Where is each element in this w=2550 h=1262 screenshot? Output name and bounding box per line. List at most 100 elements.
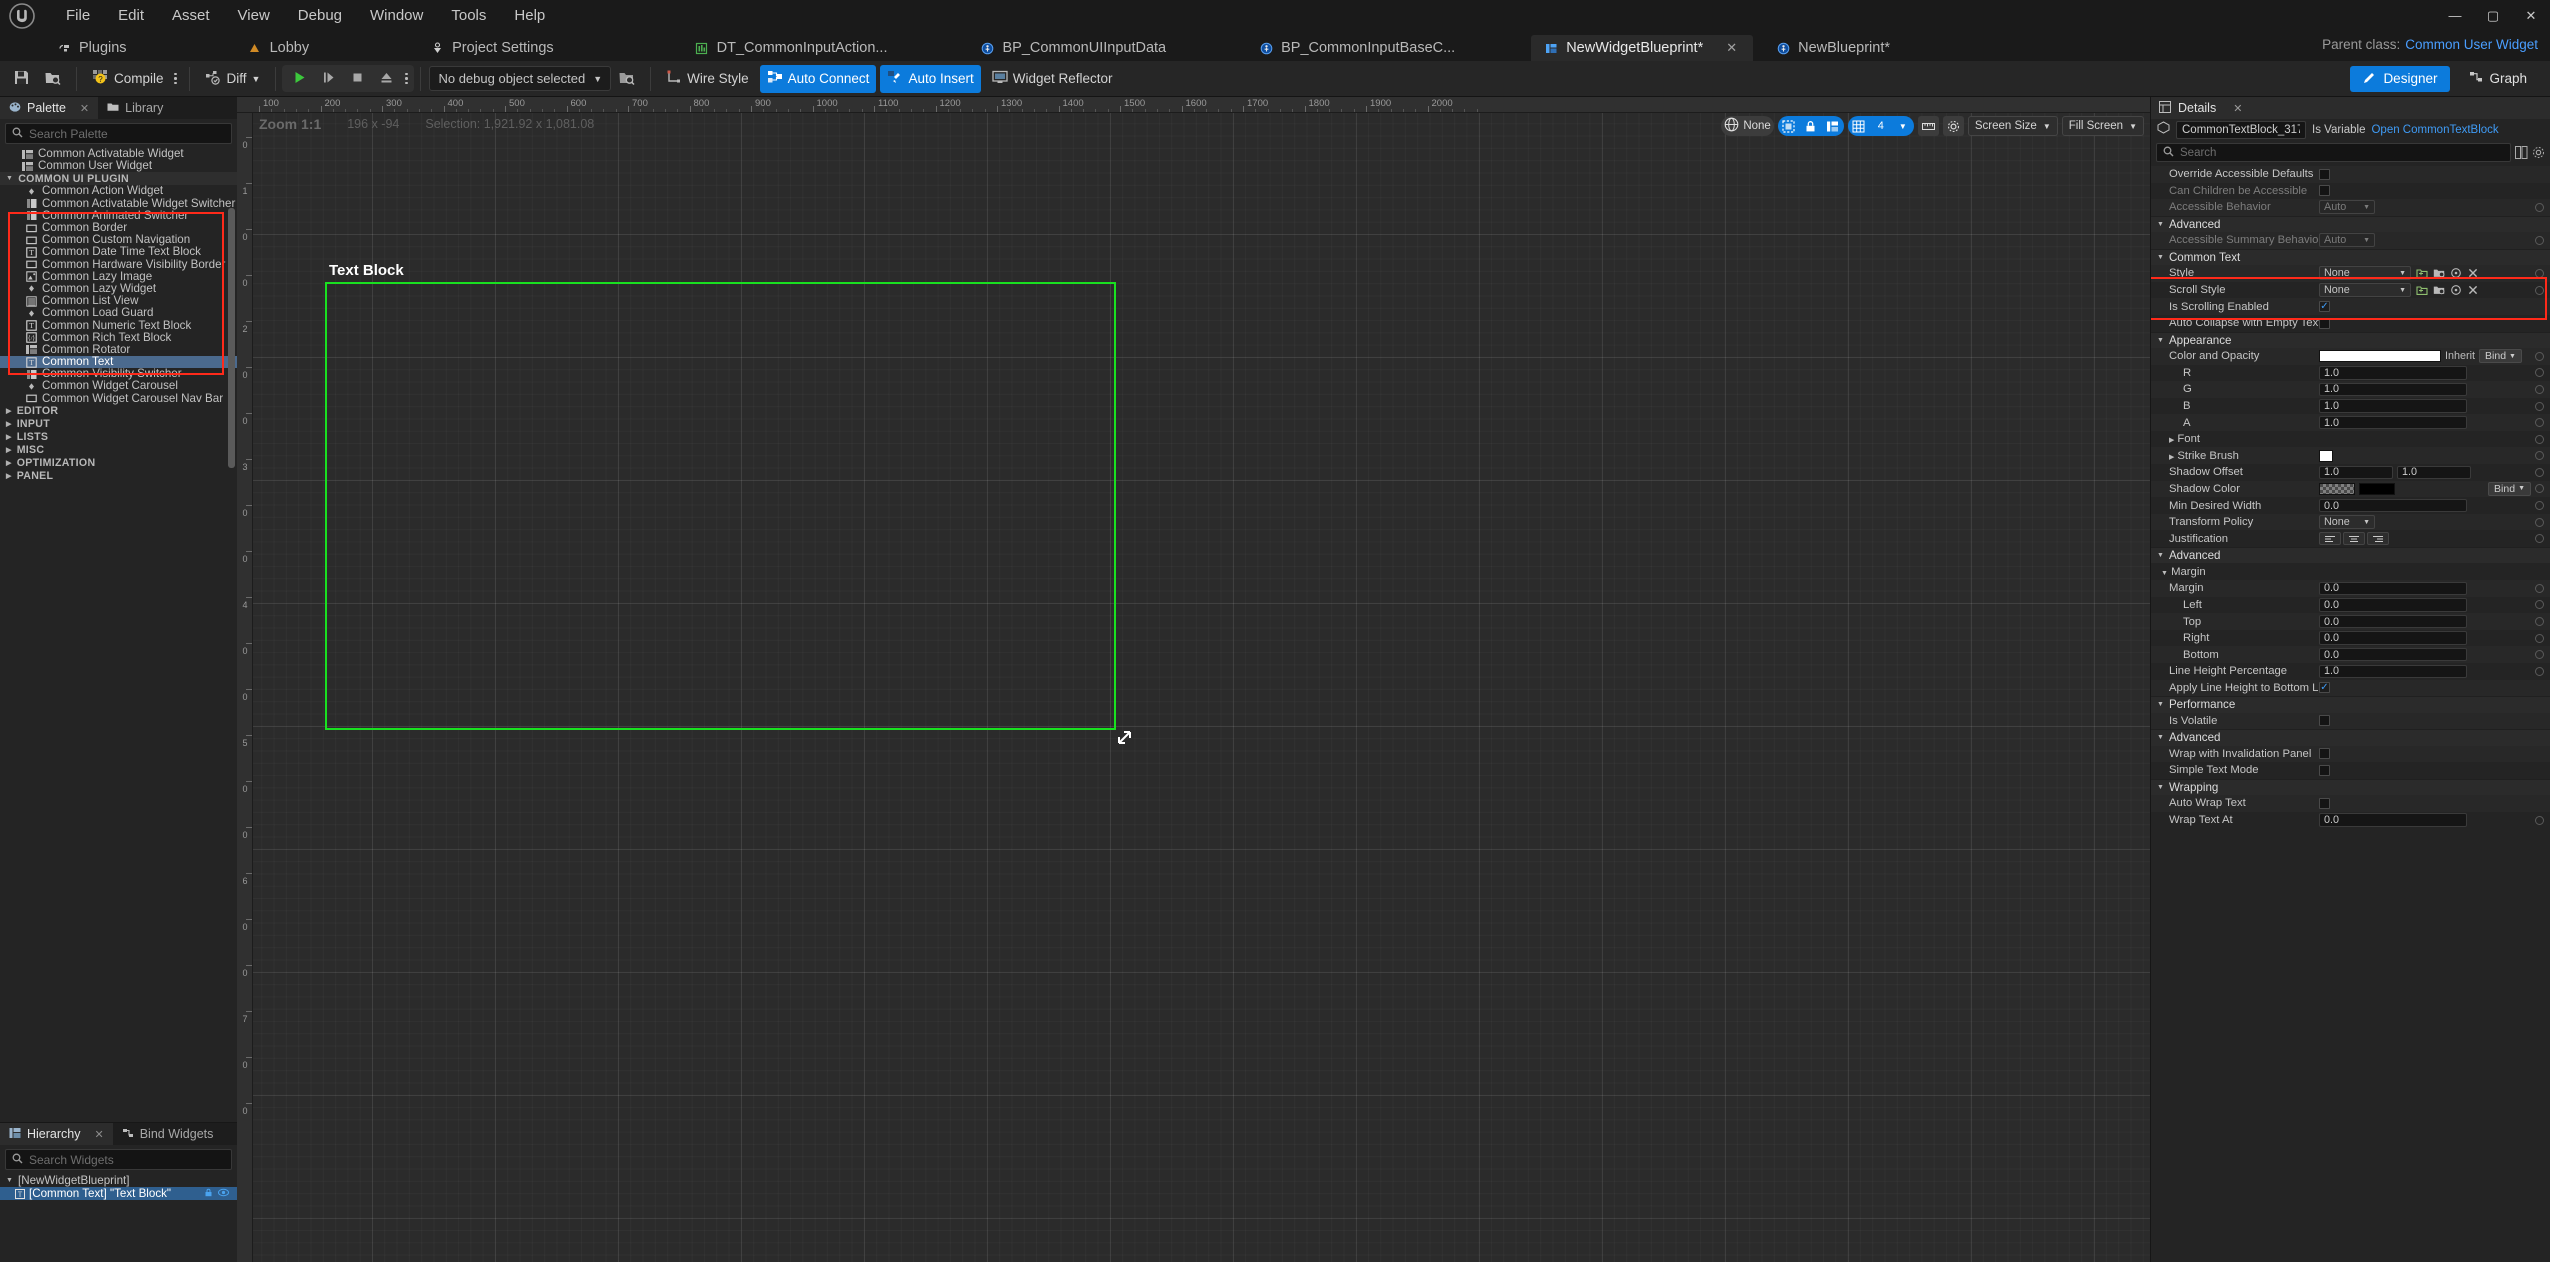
hierarchy-search-input[interactable]	[29, 1152, 225, 1167]
reset-to-default-icon[interactable]	[2535, 600, 2544, 610]
palette-item[interactable]: Common Rotator	[0, 343, 237, 356]
tab-newwidgetblueprint[interactable]: NewWidgetBlueprint* ✕	[1531, 35, 1754, 61]
hierarchy-tree[interactable]: ▼ [NewWidgetBlueprint] T [Common Text] "…	[0, 1174, 237, 1262]
reset-to-default-icon[interactable]	[2535, 666, 2544, 676]
debug-object-select[interactable]: No debug object selected ▼	[429, 66, 612, 91]
widget-reflector-button[interactable]: Widget Reflector	[985, 65, 1120, 93]
reset-to-default-icon[interactable]	[2535, 501, 2544, 511]
menu-help[interactable]: Help	[500, 4, 559, 28]
reset-to-default-icon[interactable]	[2535, 351, 2544, 361]
tab-newblueprint[interactable]: NewBlueprint*	[1763, 35, 1906, 61]
reset-to-default-icon[interactable]	[2535, 517, 2544, 527]
chevron-down-icon[interactable]: ▼	[2157, 254, 2164, 261]
justify-center-icon[interactable]	[2343, 532, 2365, 546]
details-subcategory-margin[interactable]: ▼ Margin	[2151, 563, 2550, 580]
use-selected-asset-icon[interactable]	[2432, 284, 2445, 297]
number-input-right[interactable]: 0.0	[2319, 631, 2467, 645]
checkbox-auto-wrap-text[interactable]	[2319, 797, 2330, 809]
details-properties-list[interactable]: Override Accessible Defaults Can Childre…	[2151, 166, 2550, 1262]
object-name-input[interactable]	[2176, 121, 2306, 139]
palette-item[interactable]: T Common Date Time Text Block	[0, 246, 237, 258]
designer-mode-button[interactable]: Designer	[2350, 65, 2451, 92]
graph-mode-button[interactable]: Graph	[2456, 66, 2540, 92]
menu-tools[interactable]: Tools	[437, 4, 500, 28]
menu-asset[interactable]: Asset	[158, 4, 224, 28]
reset-to-default-icon[interactable]	[2535, 384, 2544, 394]
tab-palette[interactable]: Palette ✕	[0, 97, 99, 119]
palette-category-input[interactable]: ▶ INPUT	[0, 417, 237, 431]
palette-item[interactable]: Common Load Guard	[0, 307, 237, 319]
palette-item[interactable]: Common Widget Carousel Nav Bar	[0, 392, 237, 405]
fill-screen-select[interactable]: Fill Screen ▼	[2061, 116, 2144, 136]
auto-insert-button[interactable]: Auto Insert	[880, 64, 981, 93]
palette-list[interactable]: Common Activatable Widget Common User Wi…	[0, 148, 237, 1122]
details-category-common-text[interactable]: ▼ Common Text	[2151, 248, 2550, 266]
reset-to-default-icon[interactable]	[2535, 418, 2544, 428]
browse-button[interactable]	[37, 65, 68, 93]
details-category-performance[interactable]: ▼ Performance	[2151, 696, 2550, 713]
layout-icon[interactable]	[1822, 116, 1844, 136]
number-input-wrap-text-at[interactable]: 0.0	[2319, 813, 2467, 827]
chevron-down-icon[interactable]: ▼	[6, 175, 13, 182]
checkbox-can-children-be-accessible[interactable]	[2319, 185, 2330, 197]
tab-hierarchy[interactable]: Hierarchy ✕	[0, 1123, 113, 1145]
close-icon[interactable]: ✕	[80, 102, 89, 115]
asset-combo-style[interactable]: None ▼	[2319, 266, 2411, 281]
number-input-b[interactable]: 1.0	[2319, 399, 2467, 413]
minimize-button[interactable]: —	[2436, 0, 2474, 31]
number-input-min-desired-width[interactable]: 0.0	[2319, 498, 2467, 513]
tab-bind-widgets[interactable]: Bind Widgets	[112, 1123, 223, 1145]
eject-button[interactable]	[372, 65, 401, 93]
open-commontextblock-link[interactable]: Open CommonTextBlock	[2371, 124, 2498, 136]
color-swatch-color-and-opacity[interactable]	[2319, 350, 2441, 363]
combo-accessible-behavior[interactable]: Auto ▼	[2319, 200, 2375, 215]
reset-to-default-icon[interactable]	[2535, 268, 2544, 278]
asset-combo-scroll-style[interactable]: None ▼	[2319, 283, 2411, 298]
chevron-right-icon[interactable]: ▶	[6, 459, 12, 467]
reset-to-default-icon[interactable]	[2535, 401, 2544, 411]
selected-widget-outline[interactable]: Text Block	[325, 262, 1116, 730]
find-debug-object-button[interactable]	[611, 65, 642, 93]
close-button[interactable]: ✕	[2512, 0, 2550, 31]
chevron-right-icon[interactable]: ▶	[6, 446, 12, 454]
parent-class-link[interactable]: Common User Widget	[2405, 37, 2538, 52]
palette-item[interactable]: Common Action Widget	[0, 185, 237, 197]
browse-to-asset-icon[interactable]	[2449, 284, 2462, 297]
stop-button[interactable]	[343, 65, 372, 93]
palette-search-box[interactable]	[5, 123, 232, 144]
chevron-right-icon[interactable]: ▶	[2169, 454, 2174, 461]
palette-item[interactable]: Common Activatable Widget Switcher	[0, 197, 237, 210]
checkbox-override-accessible-defaults[interactable]	[2319, 168, 2330, 180]
number-input-shadow-offset-y[interactable]: 1.0	[2397, 465, 2471, 480]
palette-category-misc[interactable]: ▶ MISC	[0, 443, 237, 457]
bind-button-shadow-color[interactable]: Bind ▼	[2488, 481, 2531, 496]
chevron-right-icon[interactable]: ▶	[6, 472, 12, 480]
number-input-a[interactable]: 1.0	[2319, 415, 2467, 430]
clear-asset-icon[interactable]	[2466, 267, 2479, 280]
palette-scrollbar[interactable]	[228, 208, 235, 468]
tab-project-settings[interactable]: Project Settings	[417, 35, 570, 61]
reset-to-default-icon[interactable]	[2535, 235, 2544, 245]
reset-to-default-icon[interactable]	[2535, 434, 2544, 444]
details-search-box[interactable]	[2156, 143, 2511, 162]
palette-category-optimization[interactable]: ▶ OPTIMIZATION	[0, 456, 237, 470]
tab-plugins[interactable]: Plugins	[44, 35, 143, 61]
play-button[interactable]	[285, 65, 314, 93]
tab-lobby[interactable]: Lobby	[235, 35, 326, 61]
details-category-advanced[interactable]: ▼ Advanced	[2151, 547, 2550, 564]
checkbox-is-scrolling-enabled[interactable]	[2319, 301, 2330, 313]
world-mode-pill[interactable]: None	[1721, 116, 1774, 136]
play-options-button[interactable]	[401, 72, 411, 85]
reset-to-default-icon[interactable]	[2535, 650, 2544, 660]
column-view-icon[interactable]	[2515, 146, 2528, 159]
ruler-icon[interactable]	[1917, 116, 1939, 136]
marquee-select-icon[interactable]	[1778, 116, 1800, 136]
palette-item[interactable]: ⟨/⟩ Common Rich Text Block	[0, 331, 237, 344]
chevron-down-icon[interactable]: ▼	[1892, 116, 1914, 136]
checkbox-simple-text-mode[interactable]	[2319, 764, 2330, 776]
chevron-down-icon[interactable]: ▼	[6, 1177, 14, 1184]
screen-size-select[interactable]: Screen Size ▼	[1967, 116, 2058, 136]
bind-button-color-and-opacity[interactable]: Bind ▼	[2479, 349, 2522, 364]
palette-category-common-ui-plugin[interactable]: ▼ COMMON UI PLUGIN	[0, 172, 237, 186]
chevron-down-icon[interactable]: ▼	[2157, 552, 2164, 559]
